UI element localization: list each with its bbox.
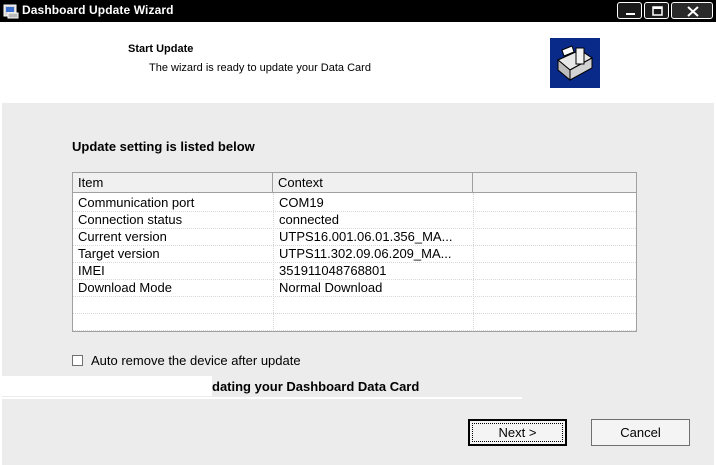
column-header-context[interactable]: Context <box>273 173 473 193</box>
title-bar[interactable]: Dashboard Update Wizard <box>0 0 716 22</box>
table-row-empty <box>73 297 636 314</box>
header-subtitle: The wizard is ready to update your Data … <box>149 62 371 74</box>
cancel-button[interactable]: Cancel <box>591 419 690 446</box>
minimize-icon <box>626 13 635 15</box>
row-item: Download Mode <box>78 280 172 295</box>
wizard-header: Start Update The wizard is ready to upda… <box>2 22 714 103</box>
close-button[interactable] <box>671 2 713 19</box>
row-item: Communication port <box>78 195 195 210</box>
maximize-button[interactable] <box>644 2 669 19</box>
table-row[interactable]: Target version UTPS11.302.09.06.209_MA..… <box>73 246 636 263</box>
window-title: Dashboard Update Wizard <box>22 3 174 17</box>
close-icon <box>687 6 699 17</box>
settings-table[interactable]: Item Context Communication port COM19 Co… <box>72 172 637 332</box>
row-context: Normal Download <box>279 280 383 295</box>
table-row[interactable]: IMEI 351911048768801 <box>73 263 636 280</box>
row-context: UTPS16.001.06.01.356_MA... <box>279 229 453 244</box>
table-row[interactable]: Communication port COM19 <box>73 195 636 212</box>
obscuring-overlay <box>2 397 522 399</box>
next-button[interactable]: Next > <box>468 419 567 446</box>
maximize-icon <box>652 6 663 16</box>
row-context: 351911048768801 <box>279 263 387 278</box>
auto-remove-checkbox[interactable] <box>72 355 83 366</box>
focus-rect <box>472 423 563 442</box>
row-item: Target version <box>78 246 160 261</box>
table-row-empty <box>73 314 636 331</box>
table-header: Item Context <box>73 173 636 193</box>
table-row[interactable]: Current version UTPS16.001.06.01.356_MA.… <box>73 229 636 246</box>
table-row[interactable]: Connection status connected <box>73 212 636 229</box>
header-title: Start Update <box>128 43 194 55</box>
auto-remove-label[interactable]: Auto remove the device after update <box>91 353 301 368</box>
row-context: COM19 <box>279 195 324 210</box>
column-header-empty[interactable] <box>473 173 636 193</box>
settings-heading: Update setting is listed below <box>72 139 255 154</box>
column-header-item[interactable]: Item <box>73 173 273 193</box>
wizard-body: Update setting is listed below Item Cont… <box>2 103 714 465</box>
row-context: connected <box>279 212 339 227</box>
row-item: Connection status <box>78 212 183 227</box>
table-row[interactable]: Download Mode Normal Download <box>73 280 636 297</box>
row-item: IMEI <box>78 263 105 278</box>
app-icon <box>3 4 19 19</box>
minimize-button[interactable] <box>617 2 642 19</box>
obscuring-overlay <box>2 376 212 396</box>
row-context: UTPS11.302.09.06.209_MA... <box>279 246 452 261</box>
computer-setup-icon <box>550 38 600 88</box>
row-item: Current version <box>78 229 167 244</box>
